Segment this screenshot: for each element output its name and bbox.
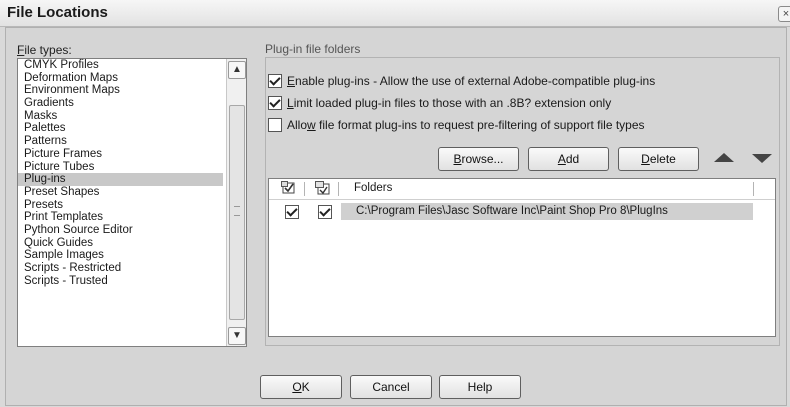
grip-icon [234, 206, 240, 216]
cancel-button[interactable]: Cancel [350, 375, 432, 399]
list-item[interactable]: Plug-ins [18, 173, 223, 186]
folders-table[interactable]: Folders C:\Program Files\Jasc Software I… [268, 178, 776, 337]
table-row[interactable]: C:\Program Files\Jasc Software Inc\Paint… [269, 203, 753, 220]
move-down-button[interactable] [749, 150, 775, 166]
folders-column-header[interactable]: Folders [354, 182, 392, 194]
title-bar: File Locations × [0, 0, 790, 27]
move-up-button[interactable] [711, 150, 737, 166]
folder-path: C:\Program Files\Jasc Software Inc\Paint… [356, 205, 668, 217]
list-item[interactable]: Scripts - Restricted [18, 262, 223, 275]
limit-plugins-option[interactable]: Limit loaded plug-in files to those with… [268, 95, 611, 111]
list-item[interactable]: Masks [18, 110, 223, 123]
list-item[interactable]: Scripts - Trusted [18, 275, 223, 288]
list-item[interactable]: Patterns [18, 135, 223, 148]
list-item[interactable]: Picture Tubes [18, 161, 223, 174]
folders-table-header: Folders [269, 179, 775, 200]
file-types-label: File types: [17, 43, 72, 57]
header-separator [753, 182, 754, 196]
list-item[interactable]: Presets [18, 199, 223, 212]
enabled-column-icon[interactable] [281, 181, 297, 196]
prefilter-option[interactable]: Allow file format plug-ins to request pr… [268, 117, 645, 133]
close-icon[interactable]: × [778, 6, 790, 22]
list-item[interactable]: Quick Guides [18, 237, 223, 250]
header-separator [304, 182, 305, 196]
arrow-down-icon [752, 154, 772, 163]
list-item[interactable]: Python Source Editor [18, 224, 223, 237]
list-item[interactable]: Palettes [18, 122, 223, 135]
scroll-up-icon[interactable]: ▲ [228, 61, 246, 79]
scroll-down-icon[interactable]: ▼ [228, 327, 246, 345]
prefilter-label: Allow file format plug-ins to request pr… [287, 118, 645, 132]
scroll-thumb[interactable] [229, 105, 245, 320]
help-button[interactable]: Help [439, 375, 521, 399]
plugin-group-label: Plug-in file folders [265, 42, 361, 56]
file-types-list[interactable]: CMYK Profiles Deformation Maps Environment… [17, 58, 247, 347]
list-item[interactable]: Picture Frames [18, 148, 223, 161]
arrow-up-icon [714, 153, 734, 162]
list-item[interactable]: Gradients [18, 97, 223, 110]
enable-plugins-option[interactable]: Enable plug-ins - Allow the use of exter… [268, 73, 655, 89]
list-item[interactable]: CMYK Profiles [18, 59, 223, 72]
limit-plugins-label: Limit loaded plug-in files to those with… [287, 96, 612, 110]
list-item[interactable]: Print Templates [18, 211, 223, 224]
subfolders-column-icon[interactable] [315, 181, 331, 196]
list-scrollbar[interactable]: ▲ ▼ [226, 59, 246, 346]
list-item[interactable]: Sample Images [18, 249, 223, 262]
file-types-items: CMYK Profiles Deformation Maps Environment… [18, 59, 223, 287]
dialog-title: File Locations [7, 4, 108, 21]
list-item[interactable]: Deformation Maps [18, 72, 223, 85]
ok-button[interactable]: OK [260, 375, 342, 399]
add-button[interactable]: Add [528, 147, 609, 171]
header-separator [338, 182, 339, 196]
list-item[interactable]: Environment Maps [18, 84, 223, 97]
enable-plugins-label: Enable plug-ins - Allow the use of exter… [287, 74, 656, 88]
browse-button[interactable]: Browse... [438, 147, 519, 171]
limit-plugins-checkbox[interactable] [268, 96, 282, 110]
row-subfolders-checkbox[interactable] [318, 205, 332, 219]
row-enabled-checkbox[interactable] [285, 205, 299, 219]
prefilter-checkbox[interactable] [268, 118, 282, 132]
list-item[interactable]: Preset Shapes [18, 186, 223, 199]
enable-plugins-checkbox[interactable] [268, 74, 282, 88]
delete-button[interactable]: Delete [618, 147, 699, 171]
